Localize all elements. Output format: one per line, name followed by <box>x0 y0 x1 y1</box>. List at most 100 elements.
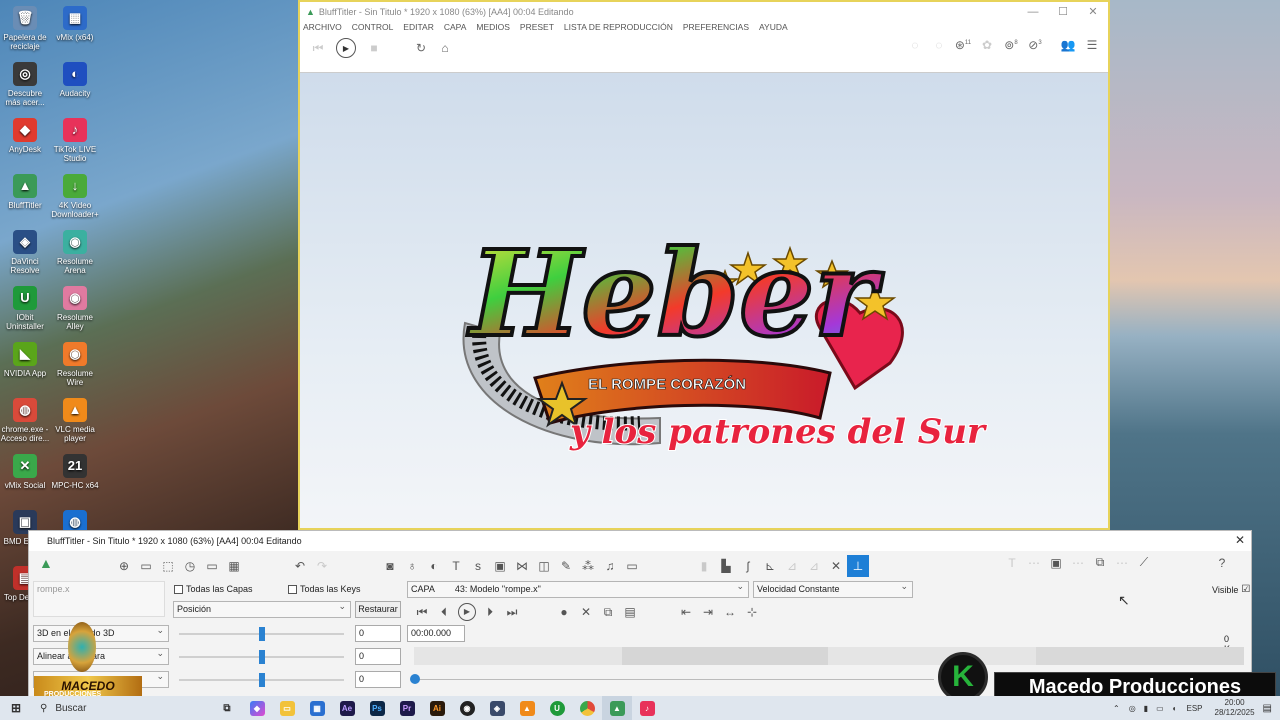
open-folder-icon[interactable]: ▭ <box>135 559 157 573</box>
row1-slider-thumb[interactable] <box>258 627 265 641</box>
all-layers-check[interactable] <box>174 584 183 594</box>
prev-frame-icon[interactable]: ⏴ <box>433 605 455 620</box>
record-key-icon[interactable]: ● <box>553 605 575 619</box>
taskbar-app-blufftitler[interactable]: ▲ <box>602 696 632 720</box>
paste-key-icon[interactable]: ▤ <box>619 605 641 619</box>
menu-archivo[interactable]: ARCHIVO <box>303 22 342 36</box>
camera-icon[interactable]: ◙ <box>379 559 401 573</box>
visible-check[interactable]: ☑ <box>1241 584 1250 595</box>
menu-medios[interactable]: MEDIOS <box>476 22 510 36</box>
dim-tool-3-icon[interactable]: ⊿ <box>803 559 825 573</box>
hook-tool-icon[interactable]: ʃ <box>737 559 759 573</box>
go-end-icon[interactable]: ⏭ <box>501 605 523 620</box>
time-scrubber[interactable] <box>410 674 934 684</box>
maximize-button[interactable]: ☐ <box>1048 2 1078 22</box>
tray-language[interactable]: ESP <box>1186 704 1202 713</box>
restore-button[interactable]: Restaurar <box>355 601 401 618</box>
rewind-icon[interactable]: ⏮ <box>309 41 327 56</box>
row2-value[interactable]: 0 <box>355 648 401 665</box>
right-tool-5-icon[interactable]: ⧉ <box>1089 555 1111 570</box>
dim-tool-1-icon[interactable]: ▮ <box>693 559 715 573</box>
rotate-tool-icon[interactable]: ⊾ <box>759 559 781 573</box>
tray-volume-icon[interactable]: ◖ <box>1172 704 1177 713</box>
taskbar-app-tiktok[interactable]: ♪ <box>632 696 662 720</box>
row2-slider[interactable] <box>179 650 344 664</box>
all-keys-check[interactable] <box>288 584 297 594</box>
models-icon[interactable]: ✿ <box>978 38 996 52</box>
desktop-icon[interactable]: ♪ TikTok LIVE Studio <box>50 118 100 163</box>
desktop-icon[interactable]: ◉ Resolume Alley <box>50 286 100 331</box>
time-field[interactable]: 00:00.000 <box>407 625 465 642</box>
timeline-track[interactable] <box>414 647 1244 665</box>
stop-icon[interactable]: ■ <box>365 41 383 55</box>
redo-icon[interactable]: ↷ <box>311 559 333 573</box>
layers-icon[interactable]: ⊛11 <box>954 38 972 52</box>
key-insert-icon[interactable]: ⊹ <box>741 605 763 619</box>
preview-viewport[interactable]: Heber EL ROMPE CORAZÓN y los patrones de… <box>300 72 1108 528</box>
light-icon[interactable]: ♁ <box>401 559 423 573</box>
path-icon[interactable]: ⋈ <box>511 559 533 573</box>
desktop-icon[interactable]: ▲ BluffTitler <box>0 174 50 210</box>
desktop-icon[interactable]: ▲ VLC media player <box>50 398 100 443</box>
tray-network-icon[interactable]: ▭ <box>1156 704 1164 713</box>
magic-wand-icon[interactable]: ⟋ <box>1133 555 1155 570</box>
layer-m-icon[interactable]: ◌ <box>930 38 948 52</box>
add-layer-icon[interactable]: ⊕ <box>113 559 135 573</box>
all-keys-checkbox[interactable]: Todas las Keys <box>288 584 361 594</box>
taskbar-app-chrome[interactable] <box>572 696 602 720</box>
delete-key-icon[interactable]: ✕ <box>575 605 597 619</box>
particles-icon[interactable]: ⁂ <box>577 559 599 573</box>
desktop-icon[interactable]: 21 MPC-HC x64 <box>50 454 100 490</box>
all-layers-checkbox[interactable]: Todas las Capas <box>174 584 253 594</box>
taskbar-app-obs[interactable]: ◉ <box>452 696 482 720</box>
layer-file-field[interactable]: rompe.x <box>33 581 165 617</box>
text-icon[interactable]: T <box>445 559 467 573</box>
effects-icon[interactable]: ⊘3 <box>1026 38 1044 52</box>
active-tool-icon[interactable]: ⊥ <box>847 555 869 577</box>
taskbar-app-illustrator[interactable]: Ai <box>422 696 452 720</box>
visible-toggle[interactable]: Visible ☑ <box>1212 584 1250 595</box>
panel-play-button[interactable]: ▶ <box>458 603 476 621</box>
desktop-icon[interactable]: ◈ DaVinci Resolve <box>0 230 50 275</box>
right-tool-1-icon[interactable]: T <box>1001 556 1023 570</box>
box-icon[interactable]: ◫ <box>533 559 555 573</box>
layer-select[interactable]: CAPA 43: Modelo "rompe.x" <box>407 579 749 598</box>
anchor-tool-icon[interactable]: ▙ <box>715 559 737 573</box>
desktop-icon[interactable]: ◆ AnyDesk <box>0 118 50 154</box>
panel-close-button[interactable]: ✕ <box>1235 533 1245 547</box>
right-tool-4-icon[interactable]: ⋯ <box>1067 556 1089 570</box>
desktop-icon[interactable]: ◉ Resolume Arena <box>50 230 100 275</box>
menu-control[interactable]: CONTROL <box>352 22 394 36</box>
hamburger-menu-icon[interactable]: ☰ <box>1083 38 1101 52</box>
tray-chevron-icon[interactable]: ⌃ <box>1113 704 1120 713</box>
row1-slider[interactable] <box>179 627 344 641</box>
taskbar-app-premiere[interactable]: Pr <box>392 696 422 720</box>
desktop-icon[interactable]: ▦ vMix (x64) <box>50 6 100 42</box>
copy-key-icon[interactable]: ⧉ <box>597 605 619 620</box>
picture-icon[interactable]: ▣ <box>489 559 511 573</box>
row1-select[interactable]: 3D en el mundo 3D <box>33 623 169 642</box>
desktop-icon[interactable]: ◍ chrome.exe - Acceso dire... <box>0 398 50 443</box>
start-button[interactable]: ⊞ <box>0 696 32 720</box>
play-button[interactable]: ▶ <box>336 38 356 58</box>
desktop-icon[interactable]: ◐ Audacity <box>50 62 100 98</box>
dim-tool-2-icon[interactable]: ⊿ <box>781 559 803 573</box>
property-select[interactable]: Posición <box>173 599 351 618</box>
taskbar-app-resolve[interactable]: ◈ <box>482 696 512 720</box>
speed-select[interactable]: Velocidad Constante <box>753 579 913 598</box>
right-tool-3-icon[interactable]: ▣ <box>1045 556 1067 570</box>
tray-mic-icon[interactable]: ▮ <box>1144 704 1148 713</box>
small-text-icon[interactable]: s <box>467 559 489 573</box>
desktop-icon[interactable]: ◣ NVIDIA App <box>0 342 50 378</box>
select-icon[interactable]: ⬚ <box>157 559 179 573</box>
x-axis-tool-icon[interactable]: ✕ <box>825 559 847 573</box>
task-view-button[interactable]: ⧉ <box>212 696 242 720</box>
right-tool-2-icon[interactable]: ⋯ <box>1023 556 1045 570</box>
taskbar-app-aftereffects[interactable]: Ae <box>332 696 362 720</box>
row3-value[interactable]: 0 <box>355 671 401 688</box>
undo-icon[interactable]: ↶ <box>289 559 311 573</box>
help-icon[interactable]: ? <box>1211 556 1233 570</box>
taskbar-app-vlc[interactable]: ▲ <box>512 696 542 720</box>
close-button[interactable]: ✕ <box>1078 2 1108 22</box>
video-icon[interactable]: ▭ <box>621 559 643 573</box>
